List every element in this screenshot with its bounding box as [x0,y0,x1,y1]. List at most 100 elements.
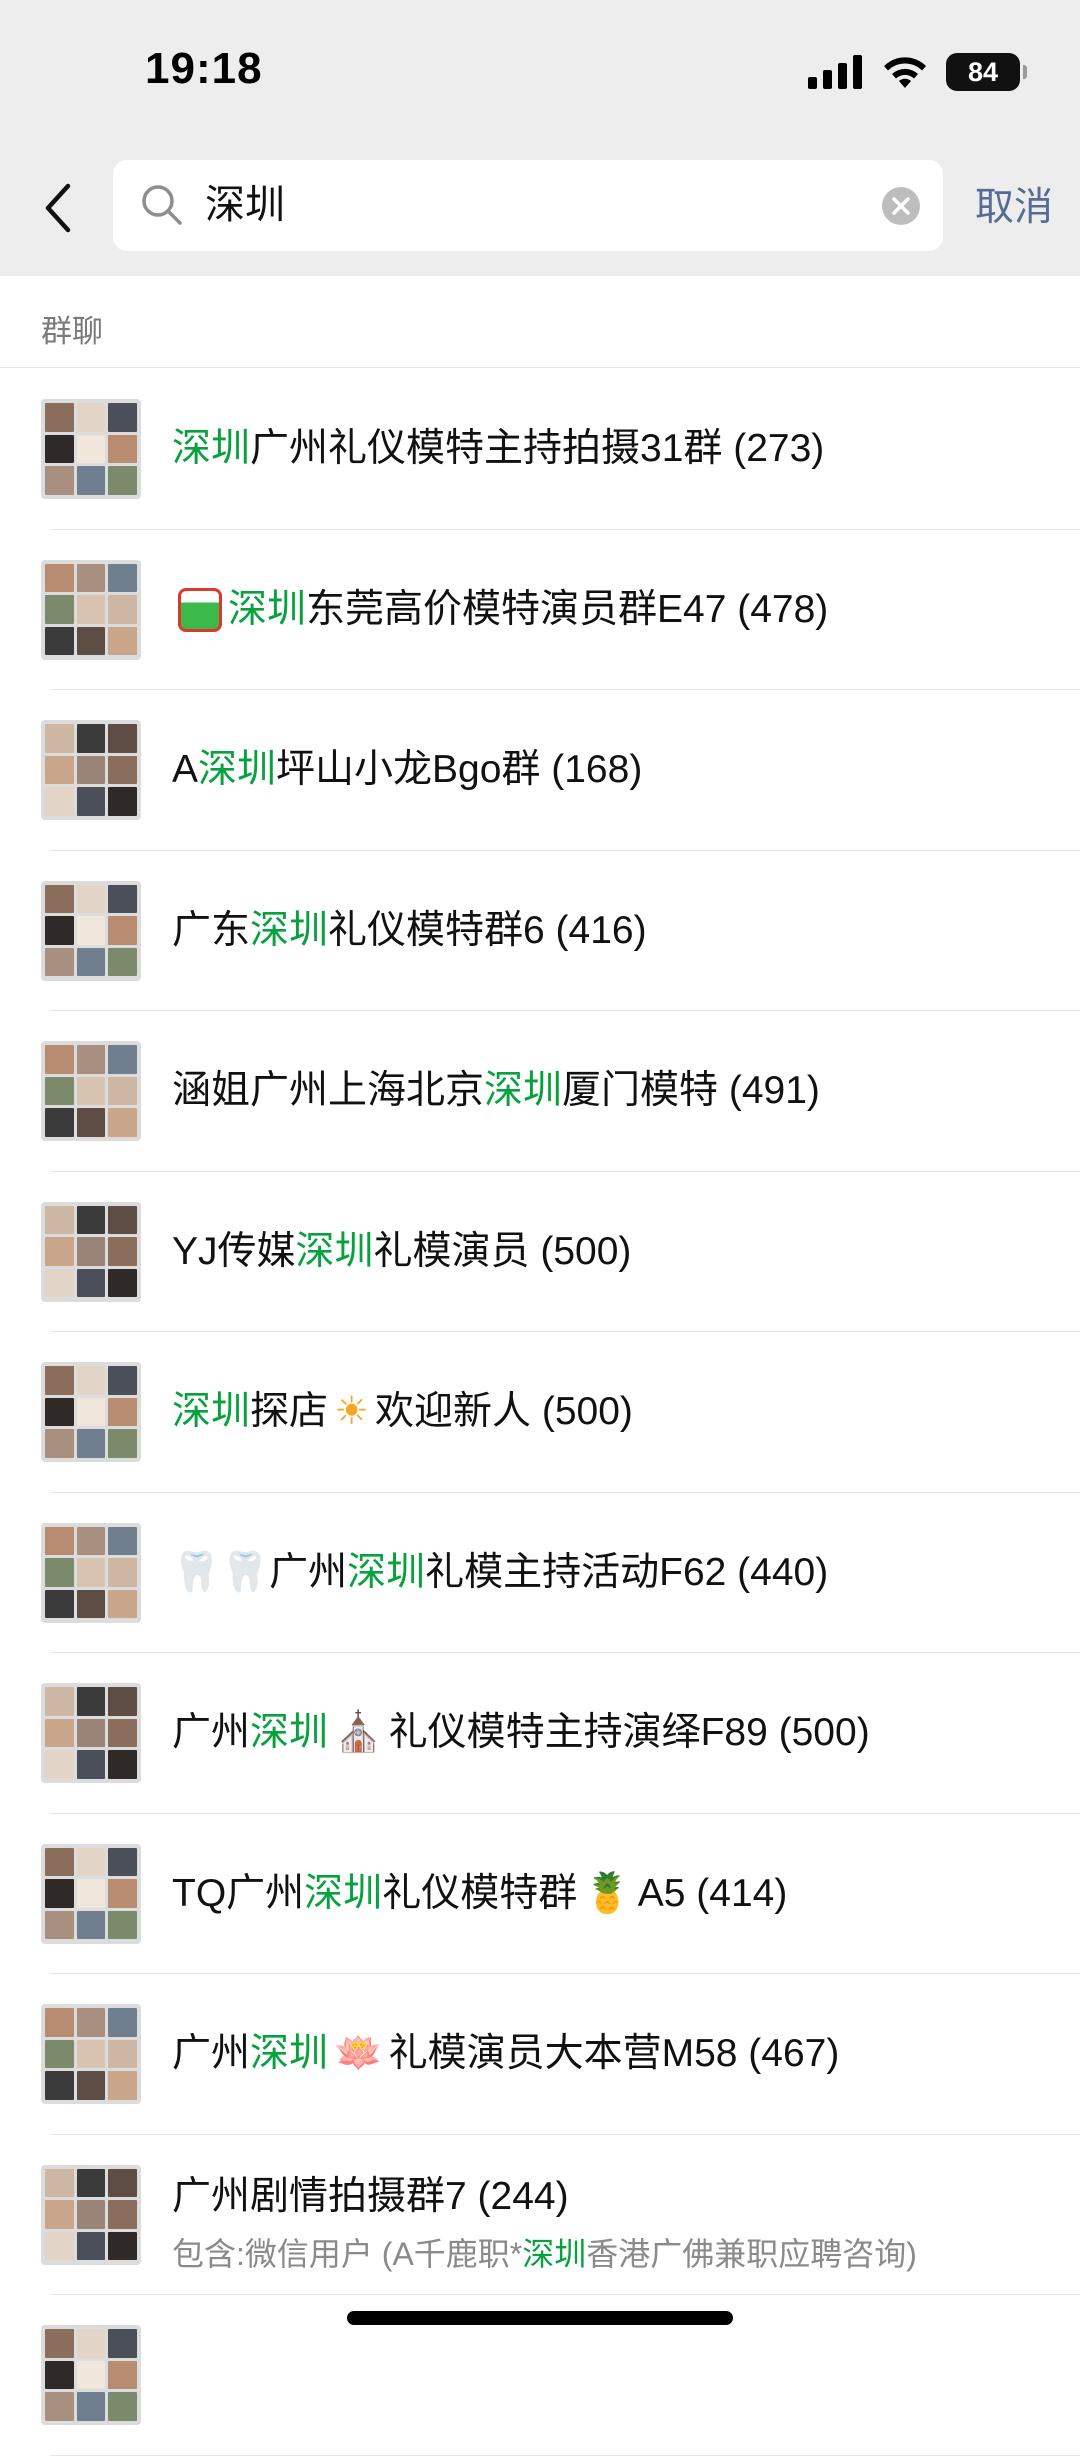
cancel-button[interactable]: 取消 [975,140,1053,276]
avatar-tile [45,2200,74,2229]
group-result-item[interactable]: 广州 深圳 🪷 礼模演员大本营M58 (467) [0,1974,1080,2135]
avatar-tile [76,1847,106,1877]
avatar-tile [45,1237,74,1266]
avatar-tile [45,884,74,914]
avatar-tile [76,2231,106,2261]
group-result-item[interactable]: 深圳 探店 ☀ 欢迎新人 (500) [0,1332,1080,1493]
group-result-item[interactable]: TQ广州 深圳 礼仪模特群 🍍 A5 (414) [0,1814,1080,1975]
avatar-tile [108,466,137,495]
highlight-keyword: 深圳 [250,908,329,952]
group-result-item[interactable]: 深圳 东莞高价模特演员群E47 (478) [0,530,1080,691]
group-result-item[interactable]: 涵姐广州上海北京 深圳 厦门模特 (491) [0,1011,1080,1172]
avatar-tile [45,434,74,464]
avatar-tile [108,724,137,753]
group-avatar [41,1843,141,1944]
group-result-item[interactable]: A 深圳 坪山小龙Bgo群 (168) [0,690,1080,851]
search-input[interactable]: 深圳 [113,160,943,251]
avatar-tile [45,2392,74,2421]
avatar-tile [45,2008,74,2037]
avatar-tile [108,1558,137,1587]
search-header: 深圳 取消 [0,140,1080,276]
avatar-tile [76,2329,106,2358]
avatar-tile [108,2231,137,2261]
avatar-tile [45,1847,74,1877]
avatar-tile [45,2360,74,2390]
avatar-tile [45,466,74,495]
avatar-tile [108,787,137,816]
back-chevron-icon[interactable] [36,178,86,238]
group-avatar [41,2164,141,2265]
search-query[interactable]: 深圳 [205,160,285,251]
avatar-tile [108,403,137,432]
avatar-tile [45,947,74,977]
group-avatar [41,880,141,981]
avatar-tile [108,916,137,945]
group-title-prefix: 广州 [172,1711,251,1754]
avatar-tile [108,2071,137,2100]
group-title: YJ传媒 深圳 礼模演员 (500) [172,1172,631,1332]
group-avatar [41,1683,141,1783]
avatar-tile [45,563,74,593]
group-title-text: 礼模演员 (500) [373,1229,632,1273]
group-title-prefix: 🦷🦷广州 [172,1550,348,1594]
group-title: 深圳 探店 ☀ 欢迎新人 (500) [172,1332,633,1492]
group-title: 涵姐广州上海北京 深圳 厦门模特 (491) [172,1011,820,1171]
church-emoji-icon: ⛪ [334,1710,383,1755]
highlight-keyword: 深圳 [172,1390,251,1433]
group-avatar [41,1041,141,1141]
avatar-tile [108,1397,137,1427]
avatar-tile [108,1205,137,1235]
highlight-keyword: 深圳 [250,1711,329,1754]
avatar-tile [45,1429,74,1458]
group-avatar [41,1522,141,1623]
group-title: 广州 深圳 ⛪ 礼仪模特主持演绎F89 (500) [172,1653,870,1813]
avatar-tile [76,1429,106,1458]
member-match-suffix: 香港广佛兼职应聘咨询) [586,2235,917,2272]
avatar-tile [45,1366,74,1395]
avatar-tile [76,2392,106,2421]
clear-icon[interactable] [881,186,921,226]
avatar-tile [108,1750,137,1779]
avatar-tile [45,2039,74,2069]
avatar-tile [45,1910,74,1940]
group-avatar [41,1201,141,1302]
avatar-tile [108,1429,137,1458]
avatar-tile [76,1108,106,1137]
battery-level: 84 [967,56,999,87]
avatar-tile [45,1205,74,1235]
group-title: 🦷🦷广州 深圳 礼模主持活动F62 (440) [172,1493,828,1653]
avatar-tile [76,947,106,977]
avatar-tile [76,724,106,753]
avatar-tile [108,1366,137,1395]
group-result-item[interactable]: 深圳 广州礼仪模特主持拍摄31群 (273) [0,369,1080,530]
pineapple-emoji-icon: 🍍 [583,1870,632,1916]
avatar-tile [108,2360,137,2390]
avatar-tile [45,2231,74,2261]
group-result-item[interactable]: 🦷🦷广州 深圳 礼模主持活动F62 (440) [0,1493,1080,1654]
group-title-prefix: YJ传媒 [172,1229,296,1273]
avatar-tile [108,595,137,624]
avatar-tile [108,434,137,464]
highlight-keyword: 深圳 [522,2235,587,2272]
group-avatar [41,559,141,660]
search-icon [142,185,182,225]
avatar-tile [45,2329,74,2358]
avatar-tile [108,2329,137,2358]
avatar-tile [76,626,106,656]
avatar-tile [45,755,74,785]
cellular-signal-icon [808,55,862,89]
group-result-item[interactable]: 广州剧情拍摄群7 (244) 包含:微信用户 (A千鹿职*深圳香港广佛兼职应聘咨… [0,2135,1080,2296]
group-title-prefix: 广州 [172,2032,251,2075]
group-result-item[interactable]: 广州 深圳 ⛪ 礼仪模特主持演绎F89 (500) [0,1653,1080,1814]
avatar-tile [76,1558,106,1587]
avatar-tile [45,1526,74,1556]
avatar-tile [76,1076,106,1106]
group-result-item[interactable]: YJ传媒 深圳 礼模演员 (500) [0,1172,1080,1333]
avatar-tile [76,1268,106,1298]
avatar-tile [108,1526,137,1556]
highlight-keyword: 深圳 [198,748,277,791]
avatar-tile [76,595,106,624]
avatar-tile [76,403,106,432]
highlight-keyword: 深圳 [295,1229,374,1273]
group-result-item[interactable]: 广东 深圳 礼仪模特群6 (416) [0,851,1080,1012]
